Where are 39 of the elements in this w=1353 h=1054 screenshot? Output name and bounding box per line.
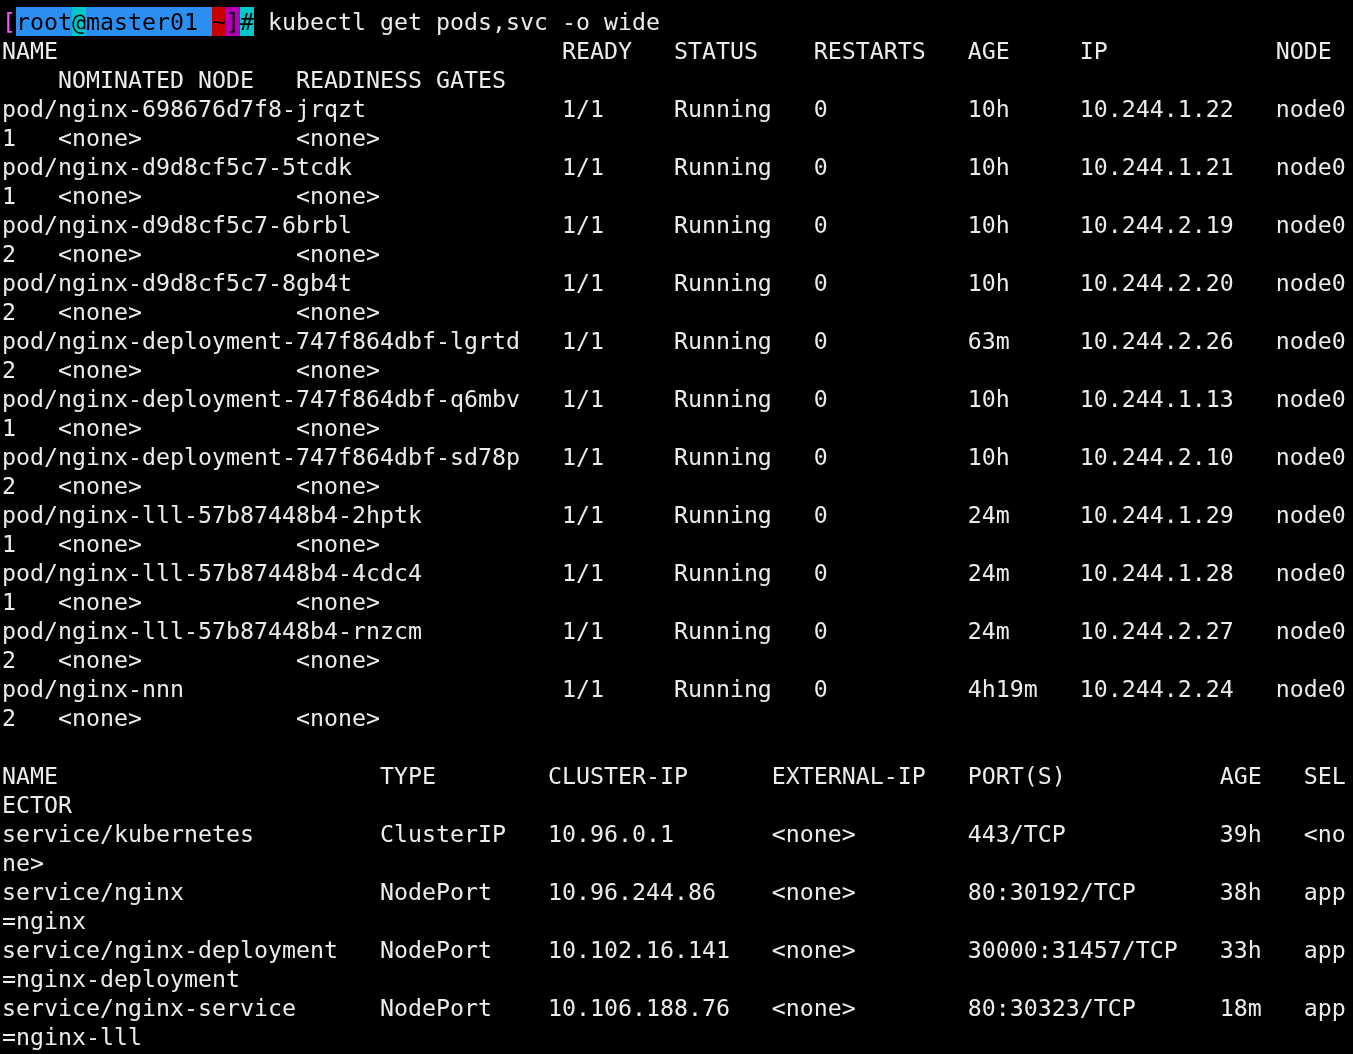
output-line: 2 <none> <none>	[2, 239, 380, 268]
output-line: service/nginx-deployment NodePort 10.102.16.141 <none> 30000:31457/TCP 33h app	[2, 935, 1346, 964]
prompt-text: root	[16, 7, 72, 36]
output-line: service/nginx-service NodePort 10.106.188.76 <none> 80:30323/TCP 18m app	[2, 993, 1346, 1022]
output-line: service/nginx NodePort 10.96.244.86 <none> 80:30192/TCP 38h app	[2, 877, 1346, 906]
output-line: 2 <none> <none>	[2, 297, 380, 326]
output-line: pod/nginx-deployment-747f864dbf-lgrtd 1/1 Running 0 63m 10.244.2.26 node0	[2, 326, 1346, 355]
output-line: 1 <none> <none>	[2, 529, 380, 558]
output-line: pod/nginx-d9d8cf5c7-5tcdk 1/1 Running 0 10h 10.244.1.21 node0	[2, 152, 1346, 181]
output-line: pod/nginx-d9d8cf5c7-8gb4t 1/1 Running 0 10h 10.244.2.20 node0	[2, 268, 1346, 297]
output-line: 2 <none> <none>	[2, 645, 380, 674]
output-line: =nginx-deployment	[2, 964, 240, 993]
output-line: 2 <none> <none>	[2, 471, 380, 500]
output-line: 1 <none> <none>	[2, 413, 380, 442]
output-line: 1 <none> <none>	[2, 181, 380, 210]
output-line: =nginx-lll	[2, 1022, 142, 1051]
prompt-text: [	[2, 7, 16, 36]
output-line: pod/nginx-lll-57b87448b4-4cdc4 1/1 Running 0 24m 10.244.1.28 node0	[2, 558, 1346, 587]
output-line: NOMINATED NODE READINESS GATES	[57, 65, 506, 94]
output-line: pod/nginx-deployment-747f864dbf-sd78p 1/1 Running 0 10h 10.244.2.10 node0	[2, 442, 1346, 471]
prompt-text: @	[72, 7, 86, 36]
output-line: NAME READY STATUS RESTARTS AGE IP NODE	[2, 36, 1332, 65]
output-line: 1 <none> <none>	[2, 587, 380, 616]
output-line: 2 <none> <none>	[2, 703, 380, 732]
output-line: 2 <none> <none>	[2, 355, 380, 384]
output-line: pod/nginx-deployment-747f864dbf-q6mbv 1/1 Running 0 10h 10.244.1.13 node0	[2, 384, 1346, 413]
prompt-text: master01	[86, 7, 212, 36]
output-line: ne>	[2, 848, 44, 877]
output-line: =nginx	[2, 906, 86, 935]
output-line: pod/nginx-d9d8cf5c7-6brbl 1/1 Running 0 10h 10.244.2.19 node0	[2, 210, 1346, 239]
output-line: pod/nginx-698676d7f8-jrqzt 1/1 Running 0 10h 10.244.1.22 node0	[2, 94, 1346, 123]
output-line: pod/nginx-lll-57b87448b4-2hptk 1/1 Running 0 24m 10.244.1.29 node0	[2, 500, 1346, 529]
output-line: service/kubernetes ClusterIP 10.96.0.1 <none> 443/TCP 39h <no	[2, 819, 1346, 848]
output-line: NAME TYPE CLUSTER-IP EXTERNAL-IP PORT(S) AGE SEL	[2, 761, 1346, 790]
output-line: 1 <none> <none>	[2, 123, 380, 152]
command-text: kubectl get pods,svc -o wide	[266, 7, 660, 36]
output-line: ECTOR	[2, 790, 72, 819]
output-line: pod/nginx-lll-57b87448b4-rnzcm 1/1 Running 0 24m 10.244.2.27 node0	[2, 616, 1346, 645]
output-line: pod/nginx-nnn 1/1 Running 0 4h19m 10.244.2.24 node0	[2, 674, 1346, 703]
